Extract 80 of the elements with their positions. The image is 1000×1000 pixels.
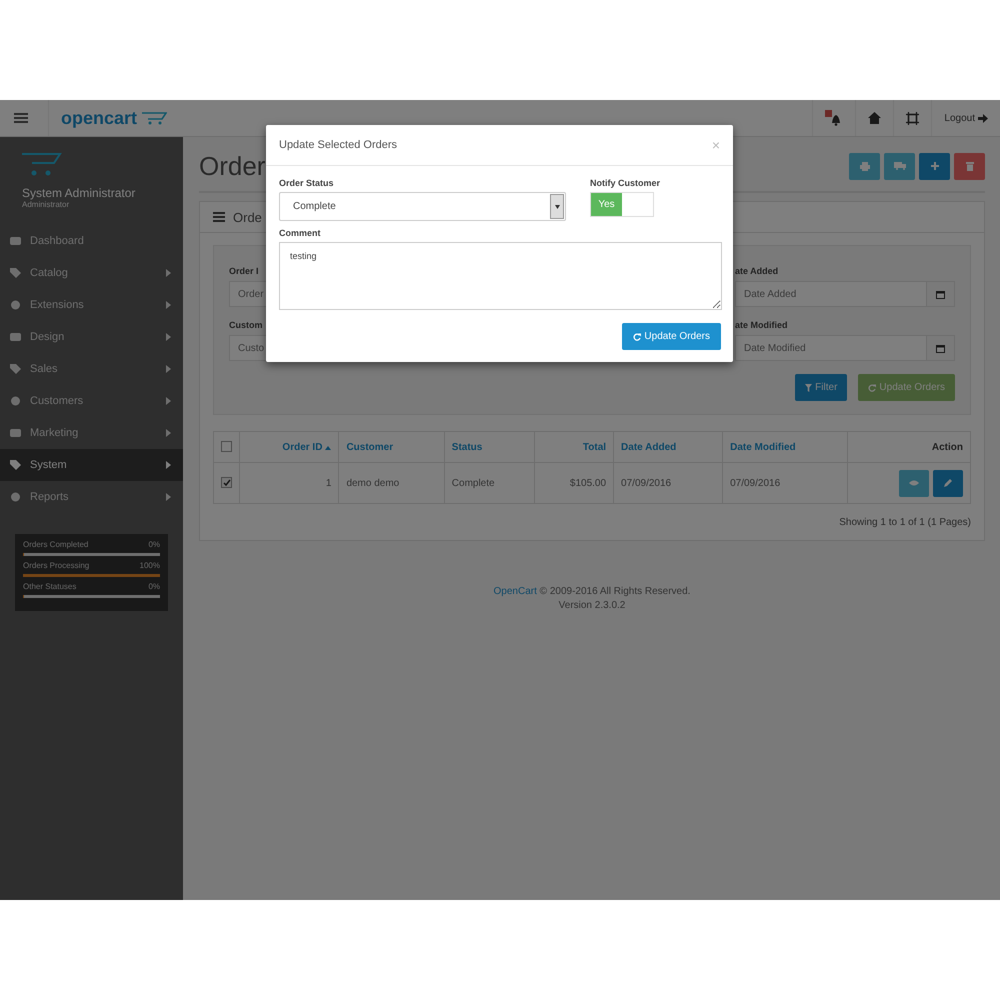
copyright-text: © 2009-2016 All Rights Reserved. <box>540 586 690 597</box>
calendar-icon <box>936 344 946 352</box>
list-icon <box>213 212 225 222</box>
dropdown-caret-icon <box>554 204 560 208</box>
column-header[interactable]: Customer <box>346 442 394 452</box>
panel-heading: Orde <box>233 210 262 224</box>
calendar-icon <box>936 290 946 298</box>
version-text: Version 2.3.0.2 <box>558 599 626 613</box>
eye-icon <box>909 480 919 486</box>
update-orders-button[interactable]: Update Orders <box>858 374 955 401</box>
edit-button[interactable] <box>933 470 963 496</box>
page-title: Order <box>199 150 266 182</box>
sidebar-item[interactable]: Customers <box>0 385 183 417</box>
sidebar-item[interactable]: Catalog <box>0 257 183 289</box>
checkbox[interactable] <box>221 477 232 488</box>
filter-label: Custom <box>229 320 264 330</box>
sort-caret-icon <box>325 446 332 450</box>
table-cell: demo demo <box>346 478 400 488</box>
add-button[interactable] <box>919 152 950 180</box>
stat-reading: 0% <box>148 582 160 591</box>
calendar-button[interactable] <box>927 335 955 361</box>
filter-button[interactable]: Filter <box>795 374 848 401</box>
filter-label: ate Modified <box>735 320 789 330</box>
sidebar-item[interactable]: Dashboard <box>0 225 183 257</box>
column-header[interactable]: Status <box>452 442 482 452</box>
date-input[interactable]: Date Added <box>735 281 928 307</box>
table-cell: Complete <box>452 478 495 488</box>
sidebar-item[interactable]: Marketing <box>0 417 183 449</box>
stat-label: Orders Completed <box>23 540 88 549</box>
refresh-icon <box>633 332 642 340</box>
close-button[interactable]: × <box>712 137 720 153</box>
logout-link[interactable]: Logout <box>931 100 1000 136</box>
pagination-text: Showing 1 to 1 of 1 (1 Pages) <box>838 517 971 528</box>
user-name: System Administrator <box>22 186 136 200</box>
order-status-select[interactable]: Complete <box>279 192 566 221</box>
sign-out-icon <box>978 114 988 122</box>
comment-field[interactable]: testing <box>279 242 722 310</box>
user-role: Administrator <box>22 200 70 209</box>
stat-reading: 0% <box>148 540 160 549</box>
table-cell: 1 <box>326 478 332 488</box>
frame-icon[interactable] <box>906 112 920 124</box>
filter-label: Order I <box>229 266 260 276</box>
modal-title: Update Selected Orders <box>279 139 398 151</box>
table-cell: $105.00 <box>570 478 606 488</box>
column-header[interactable]: Total <box>582 442 606 452</box>
trash-icon <box>966 162 974 170</box>
sidebar-item[interactable]: Design <box>0 321 183 353</box>
stat-label: Other Statuses <box>23 582 76 591</box>
filter-icon <box>805 384 812 392</box>
checkbox[interactable] <box>221 441 232 452</box>
update-orders-button[interactable]: Update Orders <box>622 323 721 350</box>
notify-toggle[interactable]: Yes <box>590 192 654 217</box>
column-header: Action <box>932 442 963 452</box>
stat-reading: 100% <box>140 561 160 570</box>
pencil-icon <box>944 479 952 487</box>
table-cell: 07/09/2016 <box>730 478 780 488</box>
column-header[interactable]: Date Modified <box>730 442 796 452</box>
column-header[interactable]: Date Added <box>621 442 676 452</box>
stat-label: Orders Processing <box>23 561 90 570</box>
sidebar-item[interactable]: Extensions <box>0 289 183 321</box>
truck-icon <box>894 162 906 170</box>
footer-link[interactable]: OpenCart <box>494 586 537 597</box>
sidebar-item[interactable]: Reports <box>0 481 183 513</box>
tag-icon <box>10 268 21 278</box>
field-label: Notify Customer <box>590 178 660 188</box>
date-input[interactable]: Date Modified <box>735 335 928 361</box>
sidebar-item[interactable]: System <box>0 449 183 481</box>
refresh-icon <box>868 384 876 392</box>
filter-label: ate Added <box>735 266 780 276</box>
field-label: Order Status <box>279 178 335 188</box>
sidebar-item[interactable]: Sales <box>0 353 183 385</box>
table-cell: 07/09/2016 <box>621 478 672 488</box>
calendar-button[interactable] <box>927 281 955 307</box>
plus-icon <box>930 162 938 170</box>
menu-icon[interactable] <box>14 112 28 124</box>
field-label: Comment <box>279 228 322 238</box>
logo[interactable]: opencart <box>48 100 138 136</box>
delete-button[interactable] <box>954 152 985 180</box>
print-icon <box>860 162 870 170</box>
column-header[interactable]: Order ID <box>282 442 322 452</box>
